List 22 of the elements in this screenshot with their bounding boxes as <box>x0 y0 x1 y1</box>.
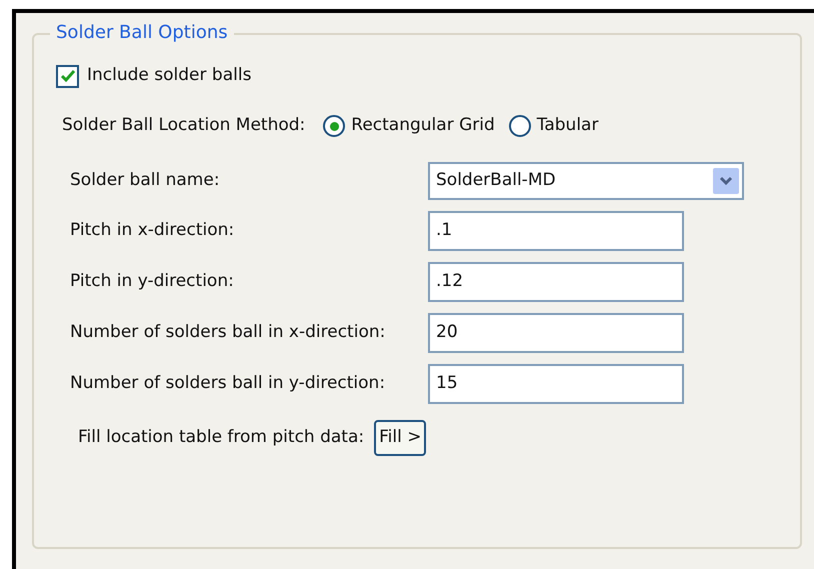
input-field[interactable]: .12 <box>428 262 684 302</box>
fill-button[interactable]: Fill > <box>374 420 426 456</box>
chevron-icon <box>713 168 739 194</box>
field-label: Solder ball name: <box>70 169 221 192</box>
radio-label: Rectangular Grid <box>351 114 495 138</box>
method-label: Solder Ball Location Method: <box>62 114 306 138</box>
group-title: Solder Ball Options <box>50 22 234 44</box>
input-field[interactable]: 15 <box>428 364 684 404</box>
input-field[interactable]: .1 <box>428 211 684 251</box>
radio-label: Tabular <box>536 114 598 138</box>
field-label: Number of solders ball in x-direction: <box>70 321 386 344</box>
dropdown[interactable]: SolderBall-MD <box>428 162 744 200</box>
fill-label: Fill location table from pitch data: <box>78 426 364 450</box>
field-label: Pitch in x-direction: <box>70 219 236 242</box>
input-field[interactable]: 20 <box>428 313 684 353</box>
radio-button[interactable] <box>508 115 531 137</box>
field-label: Pitch in y-direction: <box>70 270 235 294</box>
checkmark-icon <box>60 70 74 82</box>
checkbox[interactable] <box>56 64 79 88</box>
field-label: Number of solders ball in y-direction: <box>70 372 386 396</box>
radio-button[interactable] <box>323 115 346 137</box>
checkbox-label: Include solder balls <box>87 64 252 88</box>
